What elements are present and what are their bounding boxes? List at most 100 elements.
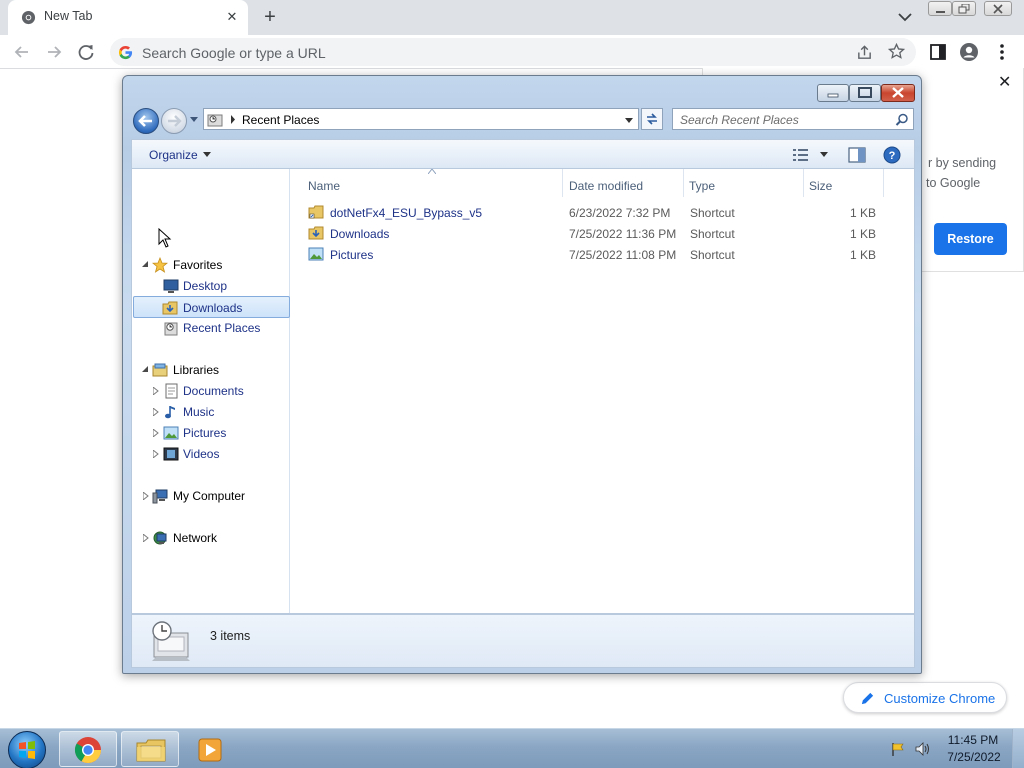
- breadcrumb-arrow-icon[interactable]: [230, 115, 236, 124]
- start-button[interactable]: [8, 731, 46, 768]
- collapsed-triangle-icon[interactable]: [153, 429, 159, 437]
- chrome-favicon-icon: [21, 10, 36, 25]
- ntp-card-close-icon[interactable]: ✕: [998, 72, 1011, 92]
- file-name: Downloads: [330, 227, 390, 241]
- organize-button[interactable]: Organize: [149, 148, 198, 162]
- dialog-maximize-button[interactable]: [849, 84, 881, 102]
- collapsed-triangle-icon[interactable]: [153, 450, 159, 458]
- search-input[interactable]: Search Recent Places: [672, 108, 914, 130]
- dialog-close-button[interactable]: [881, 84, 915, 102]
- column-divider[interactable]: [562, 169, 563, 197]
- search-placeholder: Search Recent Places: [680, 113, 799, 127]
- media-player-icon[interactable]: [197, 737, 225, 763]
- item-count: 3 items: [210, 629, 251, 643]
- share-icon[interactable]: [856, 44, 873, 61]
- chrome-tab-strip: New Tab ✕ +: [0, 0, 1024, 35]
- change-view-icon[interactable]: [793, 148, 809, 162]
- file-list: Name Date modified Type Size dotNetFx4_E…: [290, 169, 915, 613]
- file-date: 6/23/2022 7:32 PM: [569, 206, 671, 220]
- new-tab-button[interactable]: +: [259, 6, 281, 28]
- clock-time[interactable]: 11:45 PM: [947, 733, 999, 747]
- nav-item-pictures[interactable]: Pictures: [147, 423, 288, 443]
- collapsed-triangle-icon[interactable]: [143, 534, 149, 542]
- nav-libraries[interactable]: Libraries: [138, 360, 288, 380]
- restore-button[interactable]: Restore: [934, 223, 1007, 255]
- show-desktop-button[interactable]: [1012, 729, 1024, 768]
- preview-pane-icon[interactable]: [848, 147, 866, 163]
- dialog-minimize-button[interactable]: [817, 84, 849, 102]
- favorites-star-icon: [152, 257, 168, 273]
- side-panel-icon[interactable]: [928, 42, 948, 62]
- minimize-icon: [827, 93, 839, 98]
- omnibox[interactable]: Search Google or type a URL: [110, 38, 916, 66]
- forward-arrow-icon[interactable]: [43, 41, 65, 63]
- profile-avatar-icon[interactable]: [959, 42, 979, 62]
- customize-chrome-button[interactable]: Customize Chrome: [843, 682, 1007, 713]
- svg-text:?: ?: [889, 150, 896, 162]
- minimize-icon: [936, 11, 945, 13]
- file-date: 7/25/2022 11:08 PM: [569, 248, 677, 262]
- nav-item-desktop[interactable]: Desktop: [153, 276, 288, 296]
- collapsed-triangle-icon[interactable]: [153, 408, 159, 416]
- clock-date[interactable]: 7/25/2022: [944, 750, 1004, 764]
- nav-network[interactable]: Network: [138, 528, 288, 548]
- nav-item-downloads[interactable]: Downloads: [133, 296, 290, 318]
- nav-item-label: Music: [183, 405, 215, 419]
- column-divider[interactable]: [883, 169, 884, 197]
- nav-item-videos[interactable]: Videos: [147, 444, 288, 464]
- organize-dropdown-icon[interactable]: [203, 152, 211, 157]
- nav-item-label: Desktop: [183, 279, 228, 293]
- collapsed-triangle-icon[interactable]: [153, 387, 159, 395]
- google-g-icon: [118, 45, 133, 60]
- views-dropdown-icon[interactable]: [820, 152, 828, 157]
- bookmark-star-icon[interactable]: [888, 43, 905, 60]
- help-icon[interactable]: ?: [883, 146, 901, 164]
- table-row[interactable]: dotNetFx4_ESU_Bypass_v5 6/23/2022 7:32 P…: [290, 202, 890, 223]
- action-center-flag-icon[interactable]: [890, 741, 906, 757]
- nav-item-music[interactable]: Music: [147, 402, 288, 422]
- expanded-triangle-icon[interactable]: [142, 366, 149, 373]
- mouse-cursor-icon: [158, 228, 172, 248]
- details-pane: 3 items: [131, 614, 915, 668]
- volume-icon[interactable]: [914, 741, 932, 757]
- reload-icon[interactable]: [75, 41, 97, 63]
- breadcrumb-recent-places[interactable]: Recent Places: [242, 113, 319, 127]
- taskbar: [0, 728, 1024, 768]
- nav-item-documents[interactable]: Documents: [147, 381, 288, 401]
- tab-new-tab[interactable]: New Tab ✕: [8, 0, 248, 35]
- column-divider[interactable]: [683, 169, 684, 197]
- table-row[interactable]: Pictures 7/25/2022 11:08 PM Shortcut 1 K…: [290, 244, 890, 265]
- tab-search-chevron-icon[interactable]: [896, 9, 914, 25]
- recent-pages-dropdown-icon[interactable]: [189, 116, 199, 124]
- column-divider[interactable]: [803, 169, 804, 197]
- nav-item-recent-places[interactable]: Recent Places: [153, 318, 288, 338]
- address-bar[interactable]: Recent Places: [203, 108, 639, 130]
- file-name: dotNetFx4_ESU_Bypass_v5: [330, 206, 483, 220]
- taskbar-explorer-button[interactable]: [121, 731, 179, 767]
- command-bar: Organize ?: [131, 139, 915, 169]
- close-window-button[interactable]: [984, 1, 1012, 16]
- file-size: 1 KB: [849, 206, 876, 220]
- back-button[interactable]: [133, 108, 159, 134]
- recent-places-icon: [164, 322, 178, 336]
- nav-my-computer[interactable]: My Computer: [138, 486, 288, 506]
- kebab-menu-icon[interactable]: [992, 42, 1012, 62]
- address-dropdown-icon[interactable]: [624, 117, 634, 124]
- search-icon[interactable]: [895, 113, 909, 127]
- ntp-card-text-line2: to Google: [926, 176, 981, 190]
- nav-item-label: Documents: [183, 384, 244, 398]
- table-row[interactable]: Downloads 7/25/2022 11:36 PM Shortcut 1 …: [290, 223, 890, 244]
- collapsed-triangle-icon[interactable]: [143, 492, 149, 500]
- restore-window-button[interactable]: [952, 1, 976, 16]
- taskbar-chrome-button[interactable]: [59, 731, 117, 767]
- close-icon: [993, 4, 1003, 14]
- expanded-triangle-icon[interactable]: [142, 261, 149, 268]
- tab-close-icon[interactable]: ✕: [224, 9, 240, 25]
- forward-button[interactable]: [161, 108, 187, 134]
- downloads-folder-icon: [162, 301, 178, 315]
- recent-places-large-icon: [152, 621, 190, 661]
- minimize-window-button[interactable]: [928, 1, 952, 16]
- refresh-button[interactable]: [641, 108, 663, 130]
- nav-favorites[interactable]: Favorites: [138, 255, 288, 275]
- back-arrow-icon[interactable]: [11, 41, 33, 63]
